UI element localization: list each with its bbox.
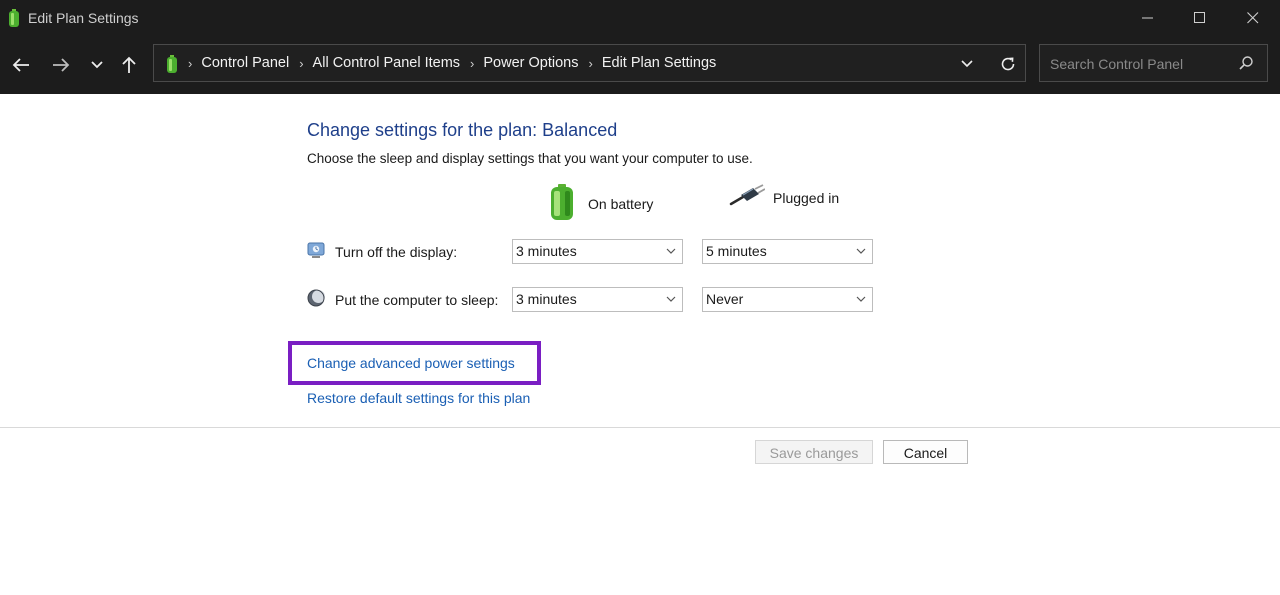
chevron-down-icon [856,296,866,302]
recent-locations-button[interactable] [82,50,112,80]
address-bar[interactable]: › Control Panel › All Control Panel Item… [153,44,1026,82]
save-changes-button[interactable]: Save changes [755,440,873,464]
column-label-battery: On battery [588,195,654,212]
sleep-plugged-select[interactable]: Never [702,287,873,312]
divider [0,427,1280,428]
window-title: Edit Plan Settings [28,10,139,26]
display-battery-select[interactable]: 3 minutes [512,239,683,264]
chevron-down-icon [666,248,676,254]
battery-app-icon [8,9,20,27]
back-button[interactable] [6,50,36,80]
breadcrumb-power-options[interactable]: Power Options [483,55,578,71]
page-description: Choose the sleep and display settings th… [307,151,753,166]
maximize-button[interactable] [1174,0,1226,36]
display-setting-text: Turn off the display: [335,243,458,260]
column-label-plugged: Plugged in [773,189,840,206]
search-box[interactable] [1039,44,1268,82]
close-button[interactable] [1227,0,1279,36]
refresh-button[interactable] [997,53,1019,75]
sleep-setting-label: Put the computer to sleep: [307,289,498,310]
display-battery-value: 3 minutes [516,243,577,259]
arrow-up-icon [122,56,136,73]
minimize-icon [1142,17,1153,19]
display-icon [307,241,325,262]
sleep-setting-text: Put the computer to sleep: [335,291,499,308]
chevron-right-icon[interactable]: › [470,56,474,71]
sleep-battery-value: 3 minutes [516,291,577,307]
restore-defaults-link[interactable]: Restore default settings for this plan [307,390,530,406]
chevron-down-icon [666,296,676,302]
chevron-right-icon: › [188,55,193,71]
page-title: Change settings for the plan: Balanced [307,120,618,140]
chevron-right-icon[interactable]: › [588,56,592,71]
breadcrumb: › Control Panel › All Control Panel Item… [188,45,726,81]
battery-icon [548,184,576,223]
arrow-left-icon [12,58,29,72]
cancel-button[interactable]: Cancel [883,440,968,464]
maximize-icon [1194,12,1205,23]
refresh-icon [1001,57,1015,71]
sleep-battery-select[interactable]: 3 minutes [512,287,683,312]
breadcrumb-control-panel[interactable]: Control Panel [201,55,289,71]
forward-button[interactable] [46,50,76,80]
arrow-right-icon [53,58,70,72]
display-setting-label: Turn off the display: [307,241,457,262]
search-icon[interactable] [1238,55,1254,76]
breadcrumb-edit-plan-settings[interactable]: Edit Plan Settings [602,55,716,71]
display-plugged-value: 5 minutes [706,243,767,259]
chevron-right-icon[interactable]: › [299,56,303,71]
up-button[interactable] [114,50,144,80]
search-input[interactable] [1048,53,1232,75]
power-plug-icon [729,184,766,211]
display-plugged-select[interactable]: 5 minutes [702,239,873,264]
minimize-button[interactable] [1122,0,1174,36]
close-icon [1247,12,1259,24]
title-bar: Edit Plan Settings [0,0,1280,36]
column-header-battery: On battery [548,184,653,223]
sleep-plugged-value: Never [706,291,744,307]
address-history-button[interactable] [957,54,977,74]
breadcrumb-all-items[interactable]: All Control Panel Items [313,55,460,71]
battery-app-icon [166,55,178,73]
chevron-down-icon [91,61,103,69]
advanced-power-settings-link[interactable]: Change advanced power settings [307,355,515,371]
moon-icon [307,289,325,310]
navigation-bar: › Control Panel › All Control Panel Item… [0,36,1280,94]
column-header-plugged: Plugged in [729,184,839,211]
chevron-down-icon [961,60,973,68]
chevron-down-icon [856,248,866,254]
